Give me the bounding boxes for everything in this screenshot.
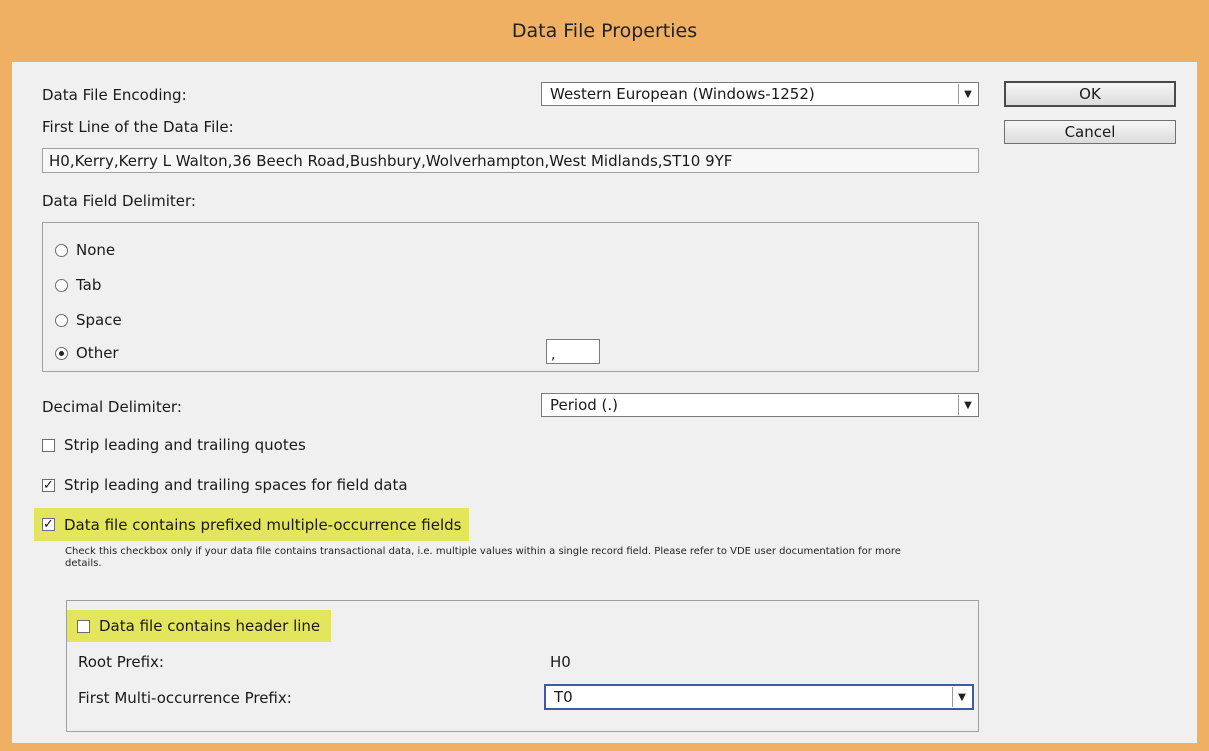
first-multi-prefix-value: T0 — [554, 688, 573, 706]
header-line-label: Data file contains header line — [99, 617, 321, 635]
encoding-value: Western European (Windows-1252) — [550, 85, 815, 103]
checkmark-icon[interactable]: ✓ — [42, 478, 55, 492]
field-delimiter-label: Data Field Delimiter: — [42, 192, 196, 210]
radio-other-icon[interactable] — [55, 346, 68, 360]
radio-none[interactable]: None — [55, 241, 115, 259]
title-bar: Data File Properties — [0, 0, 1209, 62]
root-prefix-label: Root Prefix: — [78, 653, 164, 671]
help-text: Check this checkbox only if your data fi… — [65, 546, 901, 569]
dropdown-arrow-icon[interactable]: ▼ — [952, 687, 971, 707]
encoding-label: Data File Encoding: — [42, 86, 187, 104]
prefix-group: Data file contains header line Root Pref… — [66, 600, 979, 732]
cancel-button[interactable]: Cancel — [1004, 120, 1176, 144]
cancel-button-label: Cancel — [1064, 123, 1116, 141]
first-line-value: H0,Kerry,Kerry L Walton,36 Beech Road,Bu… — [49, 151, 733, 170]
dropdown-arrow-icon[interactable]: ▼ — [958, 395, 977, 415]
decimal-delimiter-label: Decimal Delimiter: — [42, 398, 182, 416]
ok-button[interactable]: OK — [1004, 81, 1176, 107]
dialog-body: Data File Encoding: Western European (Wi… — [12, 62, 1197, 743]
radio-other-label: Other — [76, 344, 119, 362]
root-prefix-value: H0 — [550, 653, 571, 671]
field-delimiter-group: None Tab Space Other , — [42, 222, 979, 372]
other-delimiter-input[interactable]: , — [546, 339, 600, 364]
radio-space-icon[interactable] — [55, 313, 68, 327]
header-line-checkbox[interactable]: Data file contains header line — [67, 610, 331, 642]
strip-spaces-label: Strip leading and trailing spaces for fi… — [64, 476, 408, 494]
dropdown-arrow-icon[interactable]: ▼ — [958, 84, 977, 104]
first-multi-prefix-select[interactable]: T0 ▼ — [544, 684, 974, 710]
radio-tab-label: Tab — [76, 276, 102, 294]
radio-space[interactable]: Space — [55, 311, 122, 329]
strip-spaces-checkbox[interactable]: ✓ Strip leading and trailing spaces for … — [42, 476, 408, 494]
decimal-delimiter-value: Period (.) — [550, 396, 619, 414]
window-title: Data File Properties — [511, 20, 698, 42]
ok-button-label: OK — [1079, 85, 1101, 103]
first-line-field: H0,Kerry,Kerry L Walton,36 Beech Road,Bu… — [42, 148, 979, 173]
radio-space-label: Space — [76, 311, 122, 329]
strip-quotes-checkbox[interactable]: Strip leading and trailing quotes — [42, 436, 306, 454]
radio-tab-icon[interactable] — [55, 278, 68, 292]
radio-none-icon[interactable] — [55, 243, 68, 257]
checkmark-icon[interactable]: ✓ — [42, 518, 55, 531]
radio-none-label: None — [76, 241, 116, 259]
first-multi-prefix-label: First Multi-occurrence Prefix: — [78, 689, 292, 707]
radio-tab[interactable]: Tab — [55, 276, 101, 294]
multi-occurrence-checkbox[interactable]: ✓ Data file contains prefixed multiple-o… — [34, 508, 470, 541]
checkbox-unchecked-icon[interactable] — [77, 619, 90, 633]
first-line-label: First Line of the Data File: — [42, 118, 234, 136]
encoding-select[interactable]: Western European (Windows-1252) ▼ — [541, 82, 979, 106]
multi-occurrence-label: Data file contains prefixed multiple-occ… — [64, 515, 462, 534]
checkbox-unchecked-icon[interactable] — [42, 438, 55, 452]
other-delimiter-value: , — [551, 347, 556, 363]
radio-other[interactable]: Other — [55, 344, 119, 362]
decimal-delimiter-select[interactable]: Period (.) ▼ — [541, 393, 979, 417]
strip-quotes-label: Strip leading and trailing quotes — [64, 436, 306, 454]
